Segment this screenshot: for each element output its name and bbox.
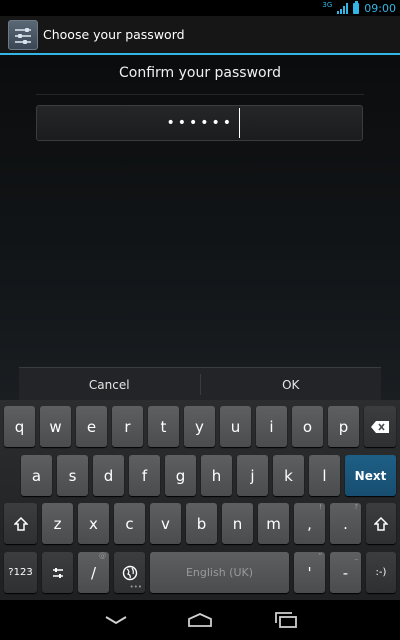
globe-icon	[122, 565, 137, 580]
key-slash-label: /	[90, 563, 97, 582]
language-key[interactable]: •••	[114, 552, 145, 593]
key-q[interactable]: q	[4, 406, 35, 447]
key-t[interactable]: t	[148, 406, 179, 447]
password-value: ••••••	[166, 115, 234, 131]
key-apostrophe-label: '	[307, 563, 312, 582]
chevron-down-icon	[105, 616, 127, 625]
page-title: Confirm your password	[118, 65, 282, 81]
space-key-label: English (UK)	[185, 566, 254, 579]
text-cursor	[239, 108, 240, 138]
next-key[interactable]: Next	[345, 455, 396, 496]
network-type-label: 3G	[322, 1, 333, 9]
key-m[interactable]: m	[258, 503, 289, 544]
ok-button[interactable]: OK	[201, 368, 382, 401]
key-dash-label: -	[342, 563, 349, 582]
key-l[interactable]: l	[309, 455, 340, 496]
cancel-button[interactable]: Cancel	[19, 368, 200, 401]
key-w[interactable]: w	[40, 406, 71, 447]
key-x[interactable]: x	[78, 503, 109, 544]
shift-key-right[interactable]	[366, 503, 396, 544]
key-period-label: .	[343, 514, 348, 533]
key-apostrophe-hint: "	[318, 552, 322, 560]
navigation-bar	[0, 600, 400, 640]
shift-key-left[interactable]	[4, 503, 37, 544]
header-divider	[36, 94, 364, 95]
password-input[interactable]: ••••••	[36, 105, 363, 141]
key-z[interactable]: z	[42, 503, 73, 544]
key-b[interactable]: b	[186, 503, 217, 544]
space-key[interactable]: English (UK)	[150, 552, 289, 593]
key-i[interactable]: i	[256, 406, 287, 447]
status-icons: 3G 09:00	[322, 0, 396, 16]
home-button[interactable]	[180, 608, 220, 632]
key-n[interactable]: n	[222, 503, 253, 544]
key-c[interactable]: c	[114, 503, 145, 544]
battery-icon	[353, 0, 360, 14]
key-a[interactable]: a	[21, 455, 52, 496]
key-o[interactable]: o	[292, 406, 323, 447]
key-slash[interactable]: / @	[78, 552, 109, 593]
key-comma-hint: !	[319, 503, 322, 511]
key-y[interactable]: y	[184, 406, 215, 447]
key-slash-hint: @	[99, 552, 106, 560]
key-e[interactable]: e	[76, 406, 107, 447]
key-u[interactable]: u	[220, 406, 251, 447]
backspace-key[interactable]	[364, 406, 396, 447]
key-v[interactable]: v	[150, 503, 181, 544]
dialog-button-bar: Cancel OK	[19, 367, 381, 401]
key-comma[interactable]: , !	[294, 503, 325, 544]
back-button[interactable]	[96, 608, 136, 632]
key-r[interactable]: r	[112, 406, 143, 447]
key-comma-label: ,	[307, 514, 312, 533]
settings-key[interactable]	[42, 552, 73, 593]
more-options-dots: •••	[129, 583, 142, 591]
key-g[interactable]: g	[165, 455, 196, 496]
key-dash[interactable]: - _	[330, 552, 361, 593]
clock: 09:00	[364, 1, 396, 15]
recent-apps-icon	[275, 612, 297, 628]
status-bar: 3G 09:00	[0, 0, 400, 16]
key-period-hint: ?	[354, 503, 358, 511]
key-dash-hint: _	[354, 552, 359, 560]
smiley-key[interactable]: :-)	[366, 552, 396, 593]
signal-icon	[337, 2, 349, 14]
recent-apps-button[interactable]	[266, 608, 306, 632]
soft-keyboard: q w e r t y u i o p a s d f g h j k l Ne…	[0, 400, 400, 600]
main-content: Confirm your password •••••• Cancel OK	[0, 55, 400, 401]
key-j[interactable]: j	[237, 455, 268, 496]
sliders-icon	[52, 567, 63, 578]
key-h[interactable]: h	[201, 455, 232, 496]
key-p[interactable]: p	[328, 406, 359, 447]
key-f[interactable]: f	[129, 455, 160, 496]
key-apostrophe[interactable]: ' "	[294, 552, 325, 593]
home-icon	[188, 613, 212, 627]
backspace-icon	[371, 420, 389, 433]
key-period[interactable]: . ?	[330, 503, 361, 544]
key-d[interactable]: d	[93, 455, 124, 496]
settings-sliders-icon[interactable]	[8, 20, 38, 50]
shift-icon	[13, 516, 28, 531]
action-bar-title: Choose your password	[43, 27, 185, 42]
shift-icon	[374, 516, 388, 531]
symbols-key[interactable]: ?123	[4, 552, 37, 593]
key-k[interactable]: k	[273, 455, 304, 496]
key-s[interactable]: s	[57, 455, 88, 496]
action-bar: Choose your password	[0, 16, 400, 55]
